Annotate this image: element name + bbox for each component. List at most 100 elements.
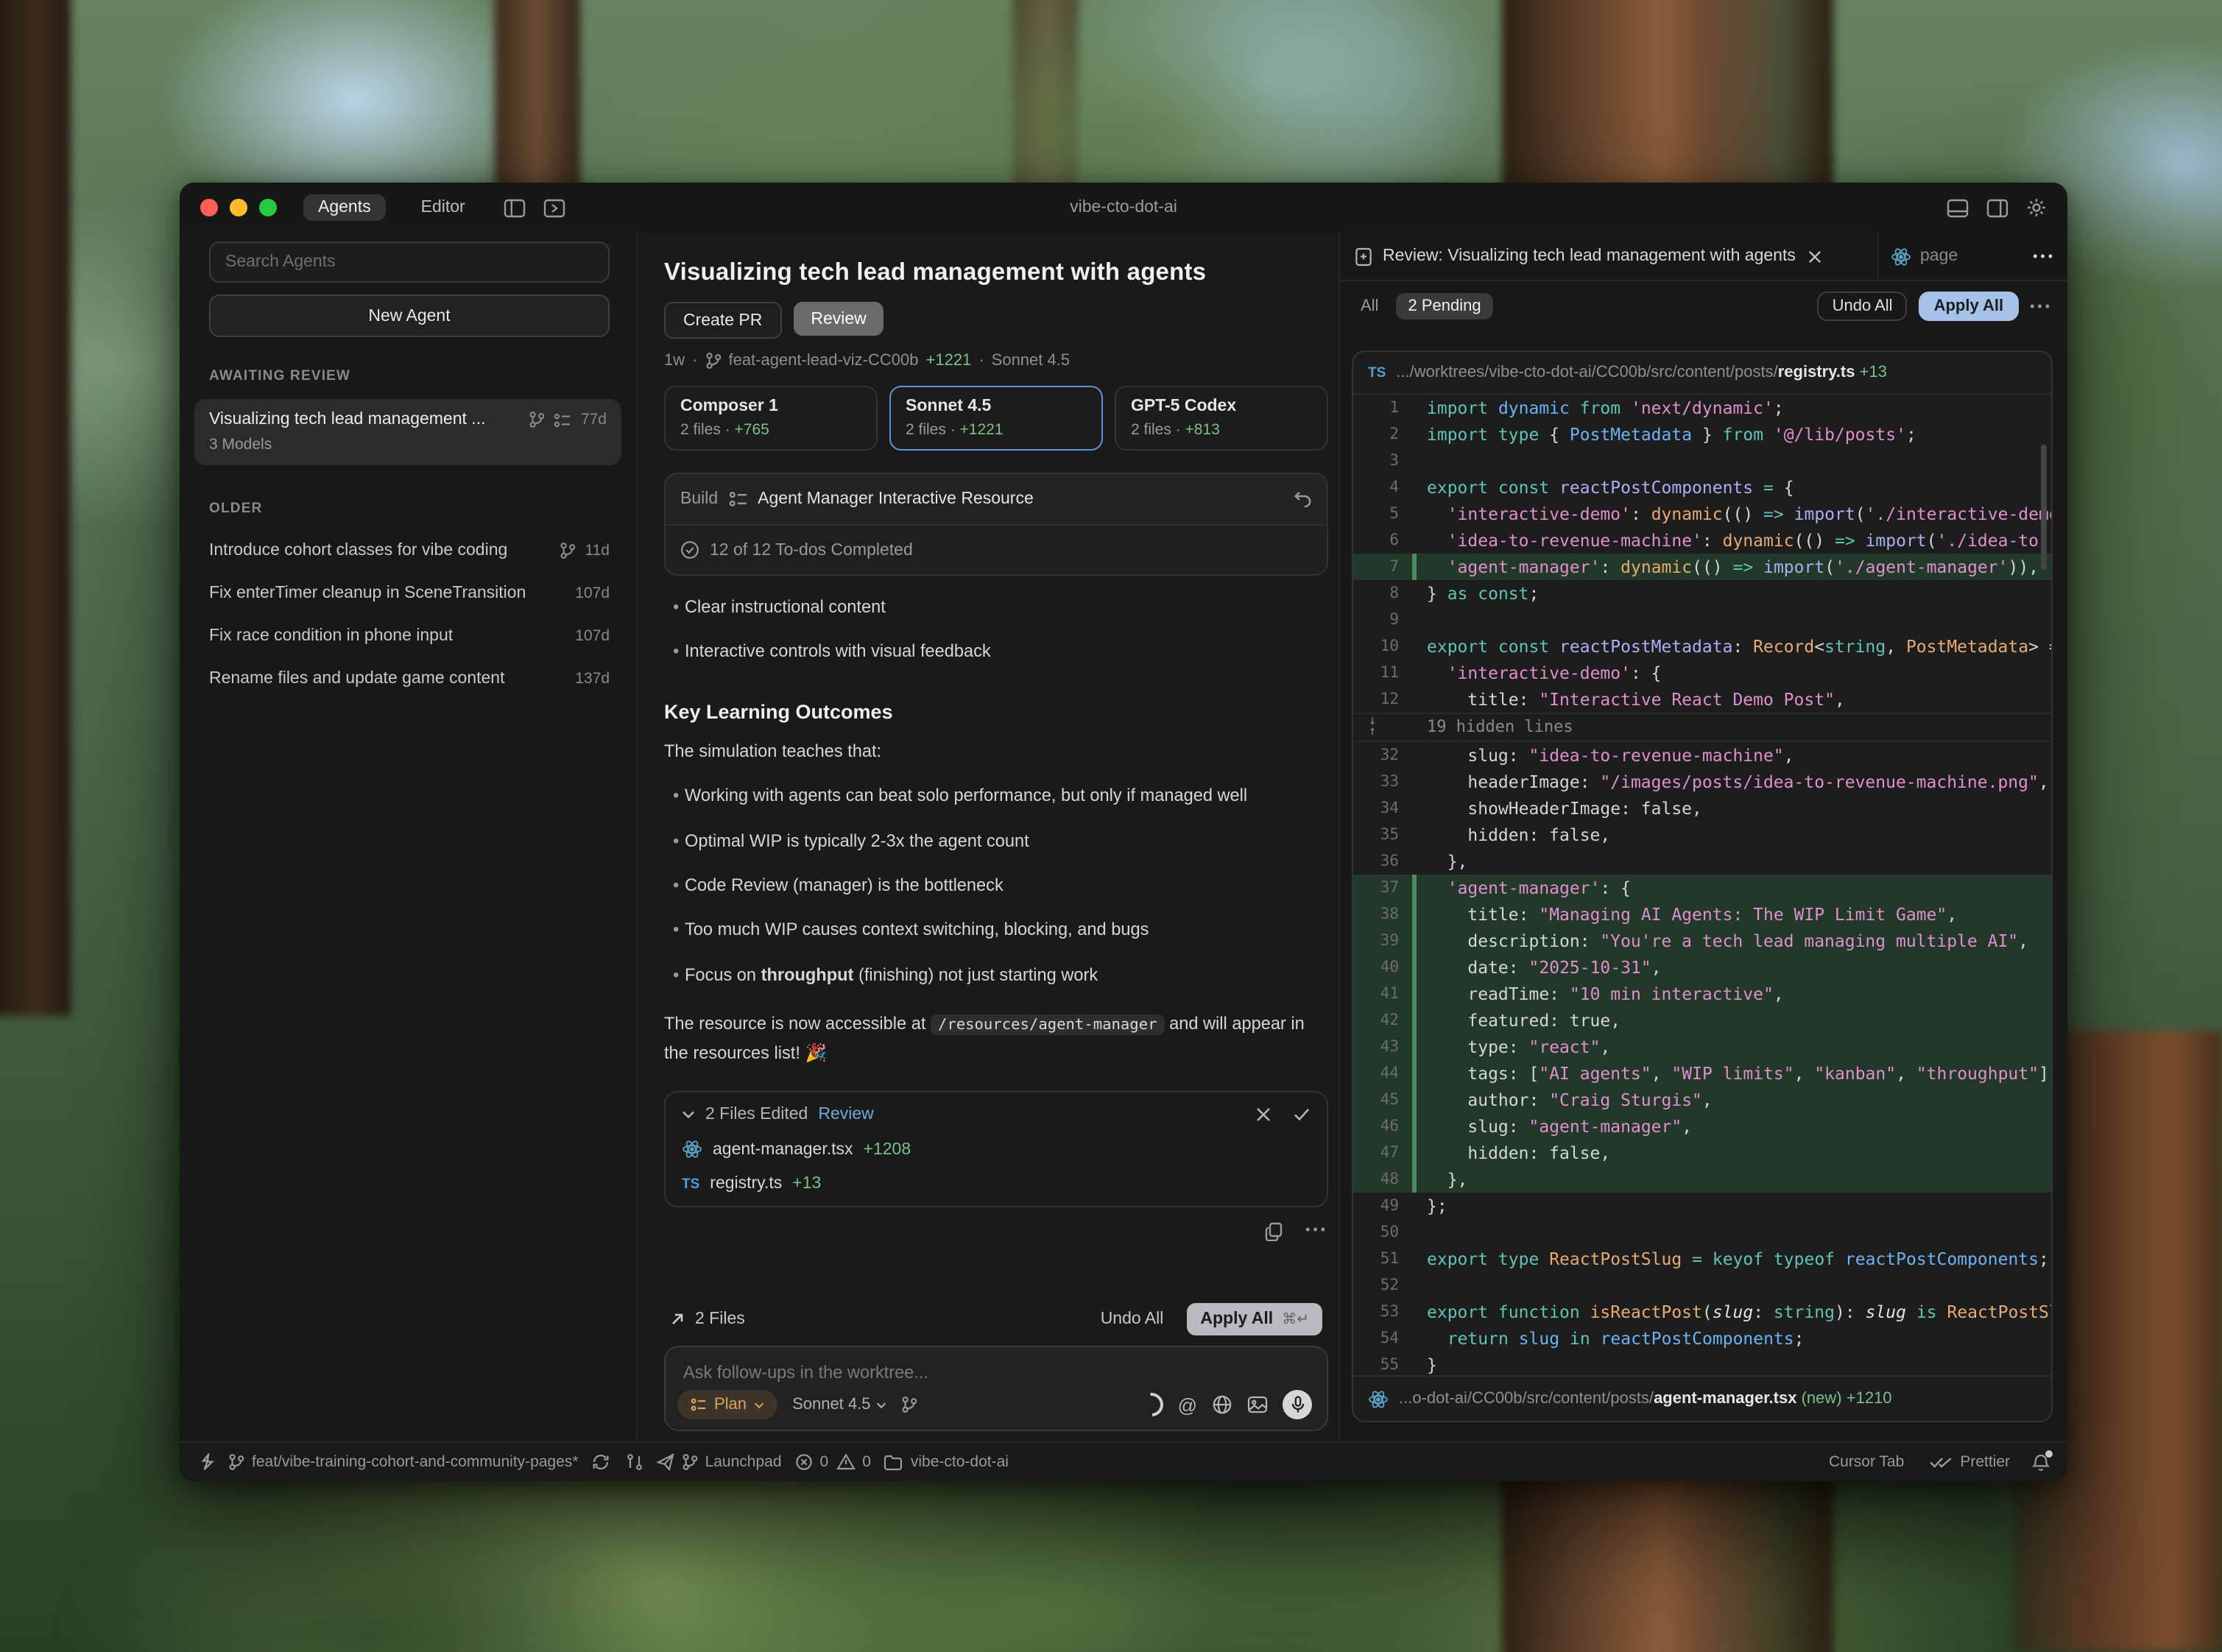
more-options-icon[interactable]: ••• bbox=[1305, 1222, 1328, 1241]
older-agent-item[interactable]: Introduce cohort classes for vibe coding… bbox=[209, 529, 610, 571]
code-line[interactable]: 40 date: "2025-10-31", bbox=[1353, 954, 2051, 981]
review-button[interactable]: Review bbox=[793, 302, 883, 336]
scrollbar[interactable] bbox=[2041, 445, 2047, 570]
code-line[interactable]: 4export const reactPostComponents = { bbox=[1353, 474, 2051, 501]
zoom-window-button[interactable] bbox=[259, 199, 277, 216]
edited-file-row[interactable]: agent-manager.tsx+1208 bbox=[682, 1140, 1311, 1159]
build-card[interactable]: Build Agent Manager Interactive Resource… bbox=[664, 473, 1328, 576]
review-link[interactable]: Review bbox=[818, 1106, 873, 1123]
tab-review[interactable]: Review: Visualizing tech lead management… bbox=[1340, 233, 1877, 280]
compare-icon[interactable] bbox=[626, 1453, 643, 1471]
undo-all-button[interactable]: Undo All bbox=[1101, 1310, 1164, 1328]
image-icon[interactable] bbox=[1247, 1396, 1268, 1413]
problems-status[interactable]: 0 0 bbox=[795, 1453, 871, 1471]
model-card-composer-1[interactable]: Composer 12 files · +765 bbox=[664, 386, 878, 451]
workspace-status[interactable]: vibe-cto-dot-ai bbox=[884, 1453, 1009, 1471]
more-options-icon[interactable]: ••• bbox=[2030, 299, 2053, 314]
apply-all-button[interactable]: Apply All⌘↵ bbox=[1187, 1303, 1322, 1335]
close-window-button[interactable] bbox=[200, 199, 218, 216]
close-tab-icon[interactable] bbox=[1809, 250, 1822, 263]
sync-icon[interactable] bbox=[592, 1453, 610, 1471]
code-line[interactable]: 42 featured: true, bbox=[1353, 1007, 2051, 1034]
notifications-bell-icon[interactable] bbox=[2032, 1452, 2050, 1472]
expand-icon[interactable] bbox=[670, 1312, 685, 1327]
agent-item-selected[interactable]: Visualizing tech lead management ... 77d… bbox=[194, 399, 621, 465]
minimize-window-button[interactable] bbox=[230, 199, 247, 216]
code-line[interactable]: 8} as const; bbox=[1353, 580, 2051, 607]
undo-icon[interactable] bbox=[1293, 490, 1312, 508]
undo-all-button[interactable]: Undo All bbox=[1818, 292, 1908, 321]
code-line[interactable]: 53export function isReactPost(slug: stri… bbox=[1353, 1299, 2051, 1325]
code-line[interactable]: 34 showHeaderImage: false, bbox=[1353, 795, 2051, 822]
tab-page[interactable]: page ••• bbox=[1877, 233, 2067, 280]
model-dropdown[interactable]: Sonnet 4.5 bbox=[792, 1396, 886, 1413]
older-agent-item[interactable]: Fix race condition in phone input107d bbox=[209, 614, 610, 657]
create-pr-button[interactable]: Create PR bbox=[664, 302, 781, 339]
web-icon[interactable] bbox=[1212, 1394, 1232, 1415]
code-line[interactable]: 45 author: "Craig Sturgis", bbox=[1353, 1087, 2051, 1113]
code-line[interactable]: 50 bbox=[1353, 1219, 2051, 1246]
code-line[interactable]: 47 hidden: false, bbox=[1353, 1140, 2051, 1166]
expand-hidden-icon[interactable]: ↓↑ bbox=[1353, 714, 1412, 741]
edited-file-row[interactable]: TSregistry.ts+13 bbox=[682, 1175, 1311, 1193]
settings-gear-icon[interactable] bbox=[2026, 197, 2047, 218]
code-line[interactable]: 37 'agent-manager': { bbox=[1353, 875, 2051, 901]
filter-pending[interactable]: 2 Pending bbox=[1396, 293, 1492, 320]
model-card-sonnet-4-5[interactable]: Sonnet 4.52 files · +1221 bbox=[889, 386, 1103, 451]
code-line[interactable]: 2import type { PostMetadata } from '@/li… bbox=[1353, 421, 2051, 448]
cursor-tab-status[interactable]: Cursor Tab bbox=[1829, 1453, 1904, 1471]
code-line[interactable]: 35 hidden: false, bbox=[1353, 822, 2051, 848]
launchpad-status[interactable]: Launchpad bbox=[657, 1453, 782, 1471]
branch-icon[interactable] bbox=[902, 1396, 918, 1413]
code-line[interactable]: 7 'agent-manager': dynamic(() => import(… bbox=[1353, 554, 2051, 580]
code-line[interactable]: 9 bbox=[1353, 607, 2051, 633]
code-line[interactable]: 48 }, bbox=[1353, 1166, 2051, 1193]
code-line[interactable]: 49}; bbox=[1353, 1193, 2051, 1219]
code-line[interactable]: 46 slug: "agent-manager", bbox=[1353, 1113, 2051, 1140]
filter-all[interactable]: All bbox=[1355, 297, 1384, 315]
toggle-right-panel-icon[interactable] bbox=[543, 198, 565, 217]
code-line[interactable]: 54 return slug in reactPostComponents; bbox=[1353, 1325, 2051, 1352]
file-header[interactable]: TS .../worktrees/vibe-cto-dot-ai/CC00b/s… bbox=[1353, 352, 2051, 395]
copy-icon[interactable] bbox=[1264, 1222, 1282, 1241]
toggle-sidebar-icon[interactable] bbox=[504, 198, 526, 217]
code-line[interactable]: 32 slug: "idea-to-revenue-machine", bbox=[1353, 742, 2051, 769]
code-line[interactable]: 10export const reactPostMetadata: Record… bbox=[1353, 633, 2051, 660]
toggle-bottom-panel-icon[interactable] bbox=[1947, 198, 1969, 217]
code-line[interactable]: 39 description: "You're a tech lead mana… bbox=[1353, 928, 2051, 954]
apply-all-button[interactable]: Apply All bbox=[1919, 292, 2019, 321]
code-line[interactable]: 12 title: "Interactive React Demo Post", bbox=[1353, 686, 2051, 713]
code-line[interactable]: 51export type ReactPostSlug = keyof type… bbox=[1353, 1246, 2051, 1272]
tab-editor[interactable]: Editor bbox=[406, 194, 480, 221]
accept-all-icon[interactable] bbox=[1293, 1107, 1311, 1122]
mention-icon[interactable]: @ bbox=[1178, 1394, 1197, 1416]
code-line[interactable]: 44 tags: ["AI agents", "WIP limits", "ka… bbox=[1353, 1060, 2051, 1087]
older-agent-item[interactable]: Rename files and update game content137d bbox=[209, 657, 610, 699]
tab-overflow-icon[interactable]: ••• bbox=[2033, 249, 2056, 264]
older-agent-item[interactable]: Fix enterTimer cleanup in SceneTransitio… bbox=[209, 571, 610, 614]
git-branch-status[interactable]: feat/vibe-training-cohort-and-community-… bbox=[228, 1453, 643, 1471]
code-view[interactable]: 1import dynamic from 'next/dynamic';2imp… bbox=[1353, 395, 2051, 1375]
code-line[interactable]: 6 'idea-to-revenue-machine': dynamic(() … bbox=[1353, 527, 2051, 554]
next-file-header[interactable]: ...o-dot-ai/CC00b/src/content/posts/agen… bbox=[1353, 1375, 2051, 1421]
tab-agents[interactable]: Agents bbox=[303, 194, 386, 221]
code-line[interactable]: 1import dynamic from 'next/dynamic'; bbox=[1353, 395, 2051, 421]
toggle-panel-right-icon[interactable] bbox=[1986, 198, 2008, 217]
model-card-gpt-5-codex[interactable]: GPT-5 Codex2 files · +813 bbox=[1115, 386, 1328, 451]
code-line[interactable]: 33 headerImage: "/images/posts/idea-to-r… bbox=[1353, 769, 2051, 795]
new-agent-button[interactable]: New Agent bbox=[209, 294, 610, 337]
code-line[interactable]: 3 bbox=[1353, 448, 2051, 474]
code-line[interactable]: 41 readTime: "10 min interactive", bbox=[1353, 981, 2051, 1007]
code-line[interactable]: 55} bbox=[1353, 1352, 2051, 1375]
code-line[interactable]: 11 'interactive-demo': { bbox=[1353, 660, 2051, 686]
code-line[interactable]: 38 title: "Managing AI Agents: The WIP L… bbox=[1353, 901, 2051, 928]
branch-name[interactable]: feat-agent-lead-viz-CC00b bbox=[728, 352, 918, 370]
code-line[interactable]: 5 'interactive-demo': dynamic(() => impo… bbox=[1353, 501, 2051, 527]
remote-icon[interactable] bbox=[197, 1453, 215, 1471]
hidden-lines-row[interactable]: ↓↑19 hidden lines bbox=[1353, 713, 2051, 742]
code-line[interactable]: 36 }, bbox=[1353, 848, 2051, 875]
plan-mode-dropdown[interactable]: Plan bbox=[677, 1390, 777, 1419]
followup-input[interactable]: Ask follow-ups in the worktree... Plan S… bbox=[664, 1346, 1328, 1431]
code-line[interactable]: 43 type: "react", bbox=[1353, 1034, 2051, 1060]
search-input[interactable]: Search Agents bbox=[209, 241, 610, 283]
